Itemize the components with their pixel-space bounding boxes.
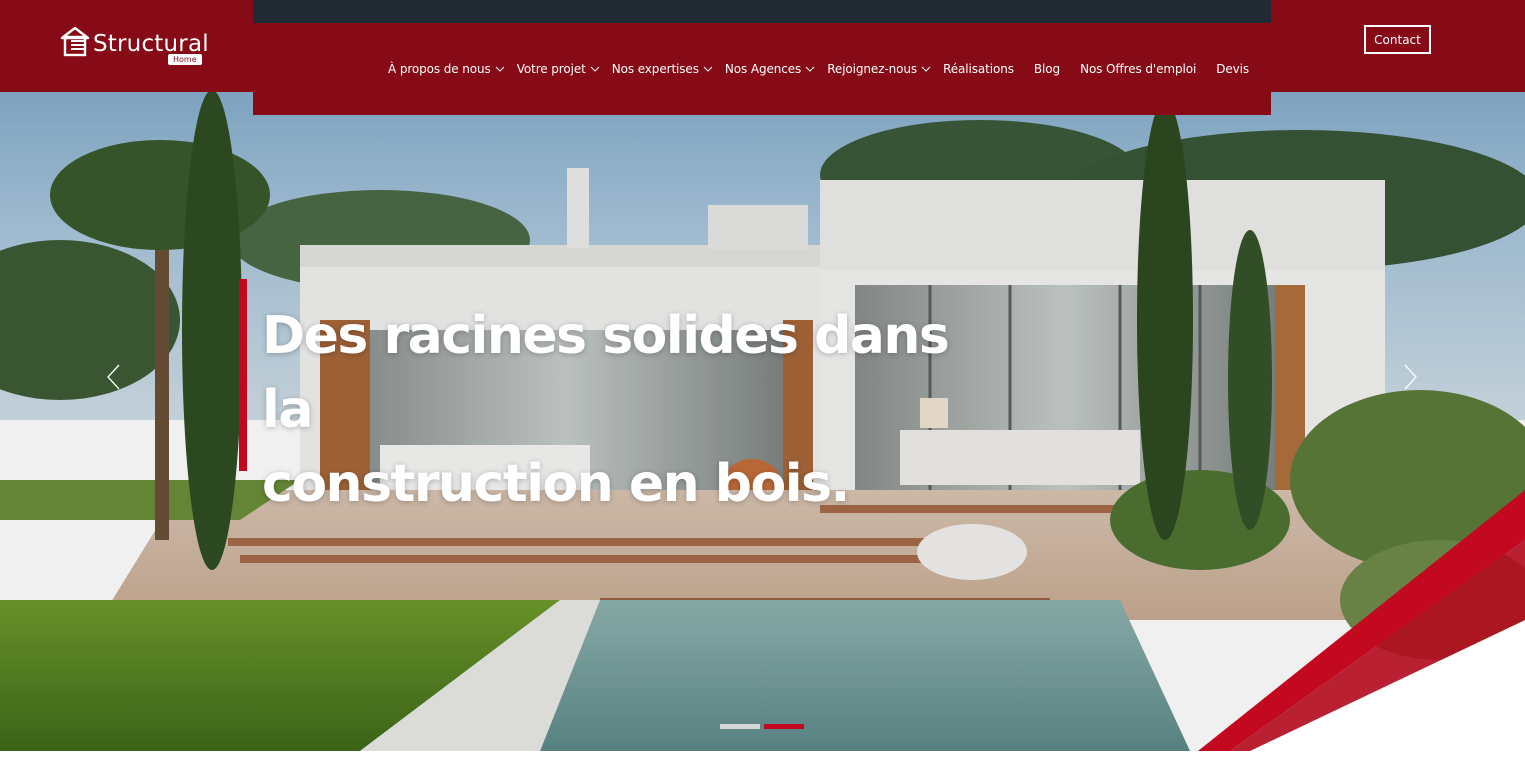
nav-item-label: Blog xyxy=(1033,62,1061,76)
nav-item-realisations[interactable]: Réalisations xyxy=(943,62,1014,76)
slider-dot-2[interactable] xyxy=(764,724,804,729)
chevron-down-icon xyxy=(703,66,715,72)
site-logo[interactable]: Structural Home xyxy=(60,26,209,66)
slider-prev-button[interactable] xyxy=(102,362,126,392)
chevron-down-icon xyxy=(495,66,507,72)
hero-title-line-2: construction en bois. xyxy=(262,454,850,514)
nav-item-label: Nos expertises xyxy=(611,62,699,76)
slider-dot-1[interactable] xyxy=(720,724,760,729)
nav-item-project[interactable]: Votre projet xyxy=(517,62,602,76)
chevron-left-icon xyxy=(107,364,120,390)
slider-next-button[interactable] xyxy=(1398,362,1422,392)
logo-subtitle: Home xyxy=(168,54,202,65)
hero-accent-bar xyxy=(239,279,247,471)
nav-panel-top-strip xyxy=(253,0,1271,23)
nav-item-label: À propos de nous xyxy=(388,62,491,76)
nav-item-jobs[interactable]: Nos Offres d'emploi xyxy=(1080,62,1196,76)
nav-item-label: Votre projet xyxy=(516,62,586,76)
chevron-down-icon xyxy=(805,66,817,72)
slider-pagination xyxy=(720,724,808,729)
page: Des racines solides dans la construction… xyxy=(0,0,1525,782)
nav-item-about[interactable]: À propos de nous xyxy=(388,62,507,76)
nav-item-blog[interactable]: Blog xyxy=(1034,62,1060,76)
hero-corner-decoration xyxy=(1190,480,1525,751)
chevron-down-icon xyxy=(921,66,933,72)
hero-title-line-1: Des racines solides dans la xyxy=(262,306,950,440)
main-navigation: À propos de nous Votre projet Nos expert… xyxy=(388,58,1249,80)
nav-item-join[interactable]: Rejoignez-nous xyxy=(827,62,933,76)
hero-title: Des racines solides dans la construction… xyxy=(262,299,962,521)
chevron-right-icon xyxy=(1404,364,1417,390)
nav-item-label: Devis xyxy=(1216,62,1249,76)
nav-item-label: Nos Offres d'emploi xyxy=(1080,62,1197,76)
chevron-down-icon xyxy=(590,66,602,72)
nav-item-agencies[interactable]: Nos Agences xyxy=(725,62,817,76)
nav-item-expertises[interactable]: Nos expertises xyxy=(612,62,715,76)
nav-item-quote[interactable]: Devis xyxy=(1216,62,1249,76)
house-icon xyxy=(60,26,90,57)
nav-item-label: Nos Agences xyxy=(724,62,802,76)
contact-button[interactable]: Contact xyxy=(1364,25,1431,54)
nav-item-label: Réalisations xyxy=(943,62,1014,76)
nav-item-label: Rejoignez-nous xyxy=(827,62,918,76)
